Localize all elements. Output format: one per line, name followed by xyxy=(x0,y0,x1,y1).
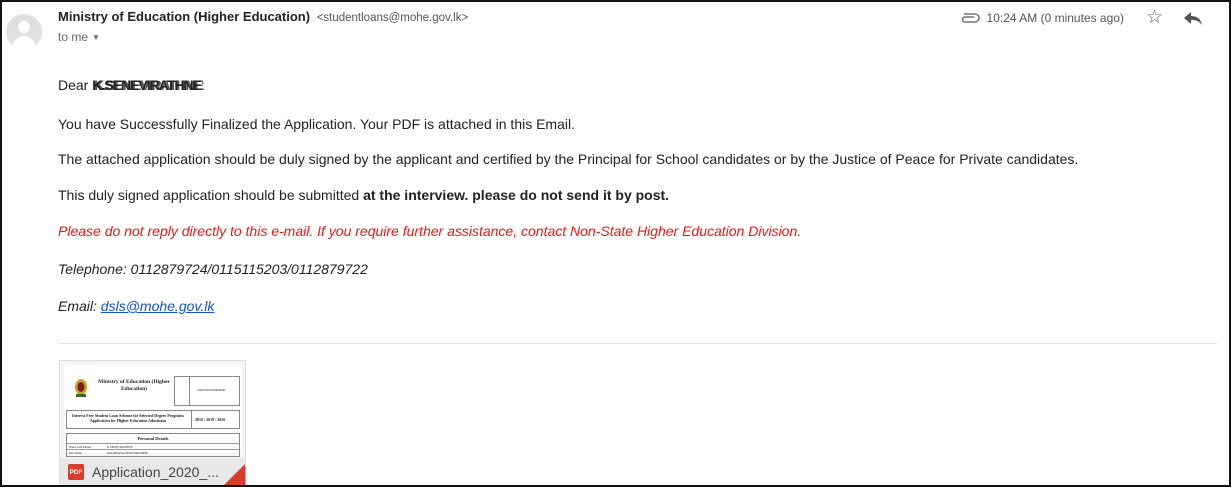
thumbnail-rule xyxy=(67,449,239,450)
avatar-body xyxy=(12,36,36,50)
thumbnail-rule xyxy=(67,443,239,444)
avatar-head xyxy=(18,21,30,33)
recipient-details-toggle[interactable]: to me ▼ xyxy=(58,30,100,44)
sender-email: <studentloans@mohe.gov.lk> xyxy=(316,12,469,24)
greeting-prefix: Dear xyxy=(58,77,89,93)
recipient-label: to me xyxy=(58,30,89,44)
thumbnail-scheme-box: Interest Free Student Loan Scheme for Se… xyxy=(66,410,240,429)
message-line-signing: The attached application should be duly … xyxy=(58,151,1079,167)
attachment-label-bar: PDF Application_2020_... xyxy=(60,458,245,485)
emblem-icon xyxy=(75,379,87,397)
submission-text: This duly signed application should be s… xyxy=(58,187,364,203)
email-message-view: Ministry of Education (Higher Education)… xyxy=(0,0,1231,487)
thumbnail-scheme: Interest Free Student Loan Scheme for Se… xyxy=(71,413,185,423)
thumbnail-code: 2020/2019/0000000 xyxy=(197,388,226,392)
avatar-icon[interactable] xyxy=(6,14,42,50)
sender-line: Ministry of Education (Higher Education)… xyxy=(58,9,468,24)
submission-emphasis: at the interview. please do not send it … xyxy=(363,187,670,203)
redacted-recipient-name: K.SENEVIRATHNE K.SENEVIRATHNE xyxy=(92,77,204,93)
email-label: Email: xyxy=(58,298,101,314)
thumbnail-row2-label: Full Name xyxy=(69,451,82,455)
greeting-name-overlay: K.SENEVIRATHNE xyxy=(94,77,204,93)
email-line: Email: dsls@mohe.gov.lk xyxy=(58,298,214,314)
attachment-filename[interactable]: Application_2020_... xyxy=(92,464,219,480)
reply-icon[interactable] xyxy=(1183,10,1203,26)
sender-name[interactable]: Ministry of Education (Higher Education) xyxy=(58,9,310,24)
attachment-thumbnail: Ministry of Education (Higher Education)… xyxy=(64,365,241,457)
no-reply-notice: Please do not reply directly to this e-m… xyxy=(58,223,802,239)
message-timestamp: 10:24 AM (0 minutes ago) xyxy=(986,10,1124,25)
star-icon[interactable]: ☆ xyxy=(1146,8,1163,27)
thumbnail-years: 2018 / 2019 / 2020 xyxy=(195,417,226,422)
thumbnail-separator xyxy=(191,411,192,428)
pdf-attachment-card[interactable]: Ministry of Education (Higher Education)… xyxy=(59,360,246,485)
attachment-icon xyxy=(961,12,980,23)
message-meta: 10:24 AM (0 minutes ago) ☆ xyxy=(959,8,1229,27)
pdf-icon: PDF xyxy=(68,464,84,480)
message-line-finalized: You have Successfully Finalized the Appl… xyxy=(58,116,575,132)
thumbnail-section-title: Personal Details xyxy=(137,436,169,441)
thumbnail-photo-cell xyxy=(175,377,190,405)
attachments-divider xyxy=(58,343,1217,344)
message-line-submission: This duly signed application should be s… xyxy=(58,187,669,203)
thumbnail-title: Ministry of Education (Higher Education) xyxy=(98,379,170,392)
attachment-corner-fold xyxy=(223,464,245,485)
thumbnail-row2-value: KAUSHALYA SENEVIRATHNE xyxy=(107,451,149,455)
contact-email-link[interactable]: dsls@mohe.gov.lk xyxy=(101,298,215,314)
thumbnail-personal-details: Personal Details Name with Initials K.SE… xyxy=(66,433,240,457)
telephone-line: Telephone: 0112879724/0115115203/0112879… xyxy=(58,261,368,277)
chevron-down-icon[interactable]: ▼ xyxy=(92,33,100,42)
message-greeting: Dear K.SENEVIRATHNE K.SENEVIRATHNE : xyxy=(58,77,205,93)
